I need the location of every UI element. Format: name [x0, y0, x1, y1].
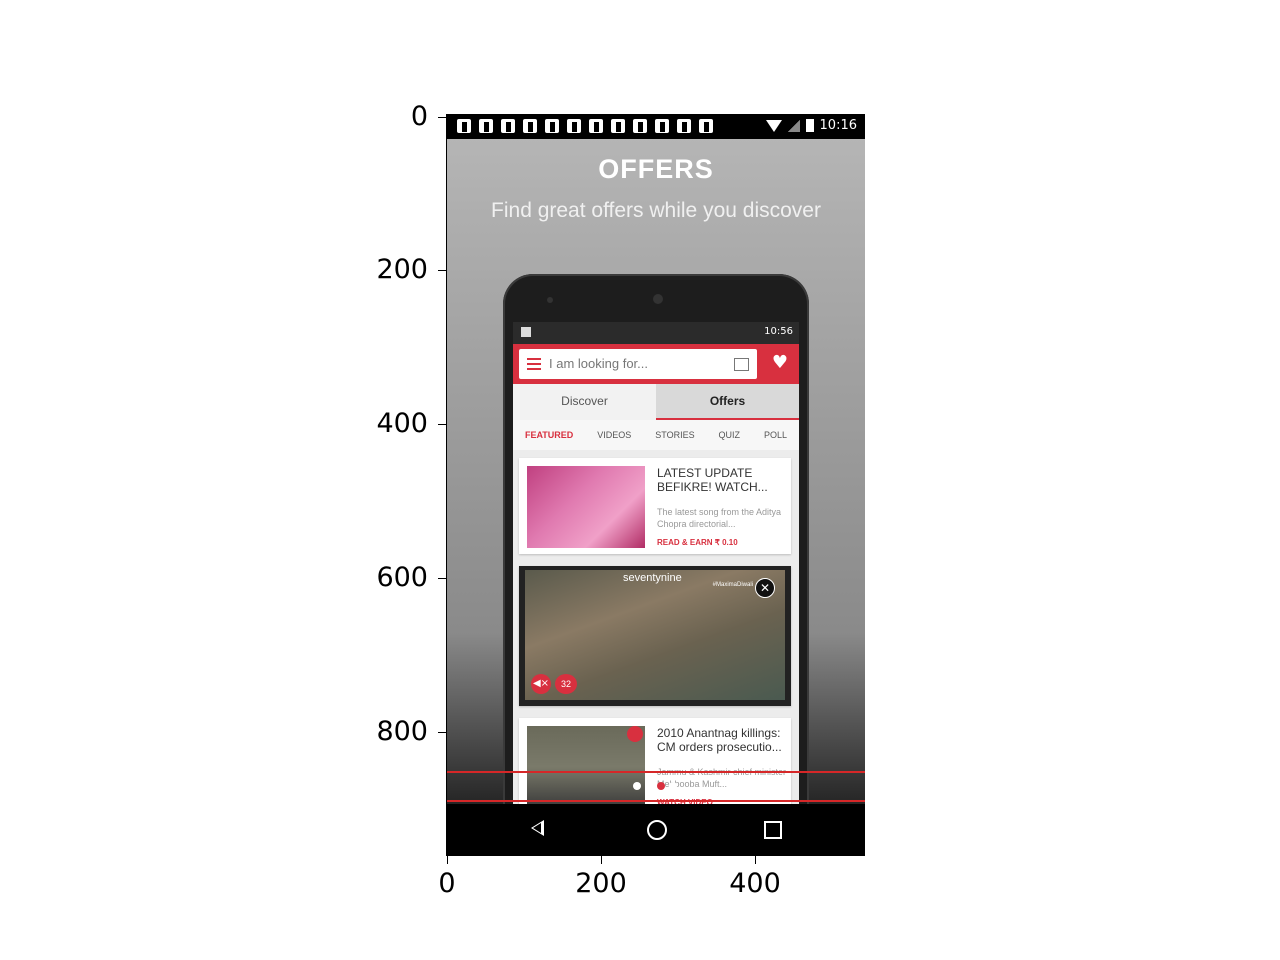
card-title: 2010 Anantnag killings: CM orders prosec…	[657, 726, 782, 754]
message-icon	[457, 119, 471, 133]
signal-icon	[787, 119, 800, 132]
subtab-stories[interactable]: STORIES	[655, 430, 694, 440]
heart-icon[interactable]: ♥	[771, 354, 789, 372]
subtab-videos[interactable]: VIDEOS	[597, 430, 631, 440]
video-player[interactable]: seventynine #MaximaDiwali ✕ ◀× 32	[525, 570, 785, 700]
status-right: 10:16	[765, 118, 857, 133]
pager-dot-active[interactable]	[657, 782, 665, 790]
phone-mockup: 10:56 I am looking for... ♥ Discover Off…	[503, 274, 809, 834]
recents-icon[interactable]	[764, 821, 782, 839]
subtab-featured[interactable]: FEATURED	[525, 430, 573, 440]
facebook-icon	[655, 119, 669, 133]
tab-offers[interactable]: Offers	[656, 384, 799, 420]
x-tick-label: 0	[438, 868, 456, 899]
phone-sensor	[547, 297, 553, 303]
image-icon	[521, 327, 531, 337]
app-header: I am looking for... ♥	[513, 344, 799, 384]
y-tick-label: 800	[376, 716, 428, 747]
y-tick-label: 0	[410, 101, 428, 132]
search-input[interactable]: I am looking for...	[519, 349, 757, 379]
app-screen: 10:56 I am looking for... ♥ Discover Off…	[513, 322, 799, 834]
facebook-icon	[633, 119, 647, 133]
highlight-line	[447, 800, 865, 802]
image-search-icon[interactable]	[734, 358, 749, 371]
countdown-badge: 32	[555, 674, 577, 694]
pager-dot[interactable]	[669, 782, 677, 790]
y-tick-label: 200	[376, 254, 428, 285]
pager-dot[interactable]	[633, 782, 641, 790]
facebook-icon	[523, 119, 537, 133]
y-tick	[438, 578, 446, 579]
phone-camera	[653, 294, 663, 304]
app-status-time: 10:56	[764, 326, 793, 337]
close-icon[interactable]: ✕	[755, 578, 775, 598]
status-time: 10:16	[819, 118, 857, 133]
mute-icon[interactable]: ◀×	[531, 674, 551, 694]
menu-icon[interactable]	[527, 358, 541, 370]
facebook-icon	[479, 119, 493, 133]
facebook-icon	[699, 119, 713, 133]
video-hashtag: #MaximaDiwali	[712, 582, 753, 588]
pager-dots	[633, 782, 677, 790]
app-status-bar: 10:56	[513, 322, 799, 344]
x-tick-label: 400	[729, 868, 781, 899]
x-axis-spine	[446, 855, 865, 856]
y-tick	[438, 117, 446, 118]
y-tick	[438, 270, 446, 271]
wifi-icon	[765, 119, 782, 132]
video-channel: seventynine	[623, 572, 682, 584]
search-placeholder: I am looking for...	[549, 356, 648, 371]
facebook-icon	[567, 119, 581, 133]
pager-dot[interactable]	[645, 782, 653, 790]
hero-title: OFFERS	[598, 154, 714, 184]
y-tick	[438, 732, 446, 733]
battery-icon	[805, 119, 814, 132]
nav-bar	[447, 804, 865, 855]
y-tick	[438, 424, 446, 425]
screenshot: 10:16 OFFERS Find great offers while you…	[447, 114, 865, 855]
highlight-line	[447, 771, 865, 773]
hero-subtitle: Find great offers while you discover	[491, 199, 821, 222]
subtab-poll[interactable]: POLL	[764, 430, 787, 440]
back-icon[interactable]	[531, 820, 544, 836]
facebook-icon	[545, 119, 559, 133]
x-tick	[755, 856, 756, 864]
card-thumbnail	[527, 466, 645, 548]
tab-discover[interactable]: Discover	[513, 384, 656, 420]
feed-card[interactable]: LATEST UPDATE BEFIKRE! WATCH... The late…	[519, 458, 791, 554]
x-tick	[601, 856, 602, 864]
facebook-icon	[611, 119, 625, 133]
y-tick-label: 400	[376, 408, 428, 439]
plot-area: 10:16 OFFERS Find great offers while you…	[447, 114, 865, 855]
play-icon[interactable]	[627, 726, 643, 742]
facebook-icon	[501, 119, 515, 133]
y-tick-label: 600	[376, 562, 428, 593]
subtab-quiz[interactable]: QUIZ	[719, 430, 741, 440]
card-description: The latest song from the Aditya Chopra d…	[657, 507, 782, 529]
x-tick-label: 200	[575, 868, 627, 899]
facebook-icon	[589, 119, 603, 133]
notification-icons	[457, 119, 713, 133]
facebook-icon	[677, 119, 691, 133]
x-tick	[447, 856, 448, 864]
main-tabs: Discover Offers	[513, 384, 799, 420]
video-card[interactable]: seventynine #MaximaDiwali ✕ ◀× 32	[519, 566, 791, 706]
card-action[interactable]: READ & EARN ₹ 0.10	[657, 538, 738, 547]
sub-tabs: FEATURED VIDEOS STORIES QUIZ POLL	[513, 420, 799, 450]
home-icon[interactable]	[647, 820, 667, 840]
card-title: LATEST UPDATE BEFIKRE! WATCH...	[657, 466, 768, 494]
status-bar: 10:16	[447, 114, 865, 139]
